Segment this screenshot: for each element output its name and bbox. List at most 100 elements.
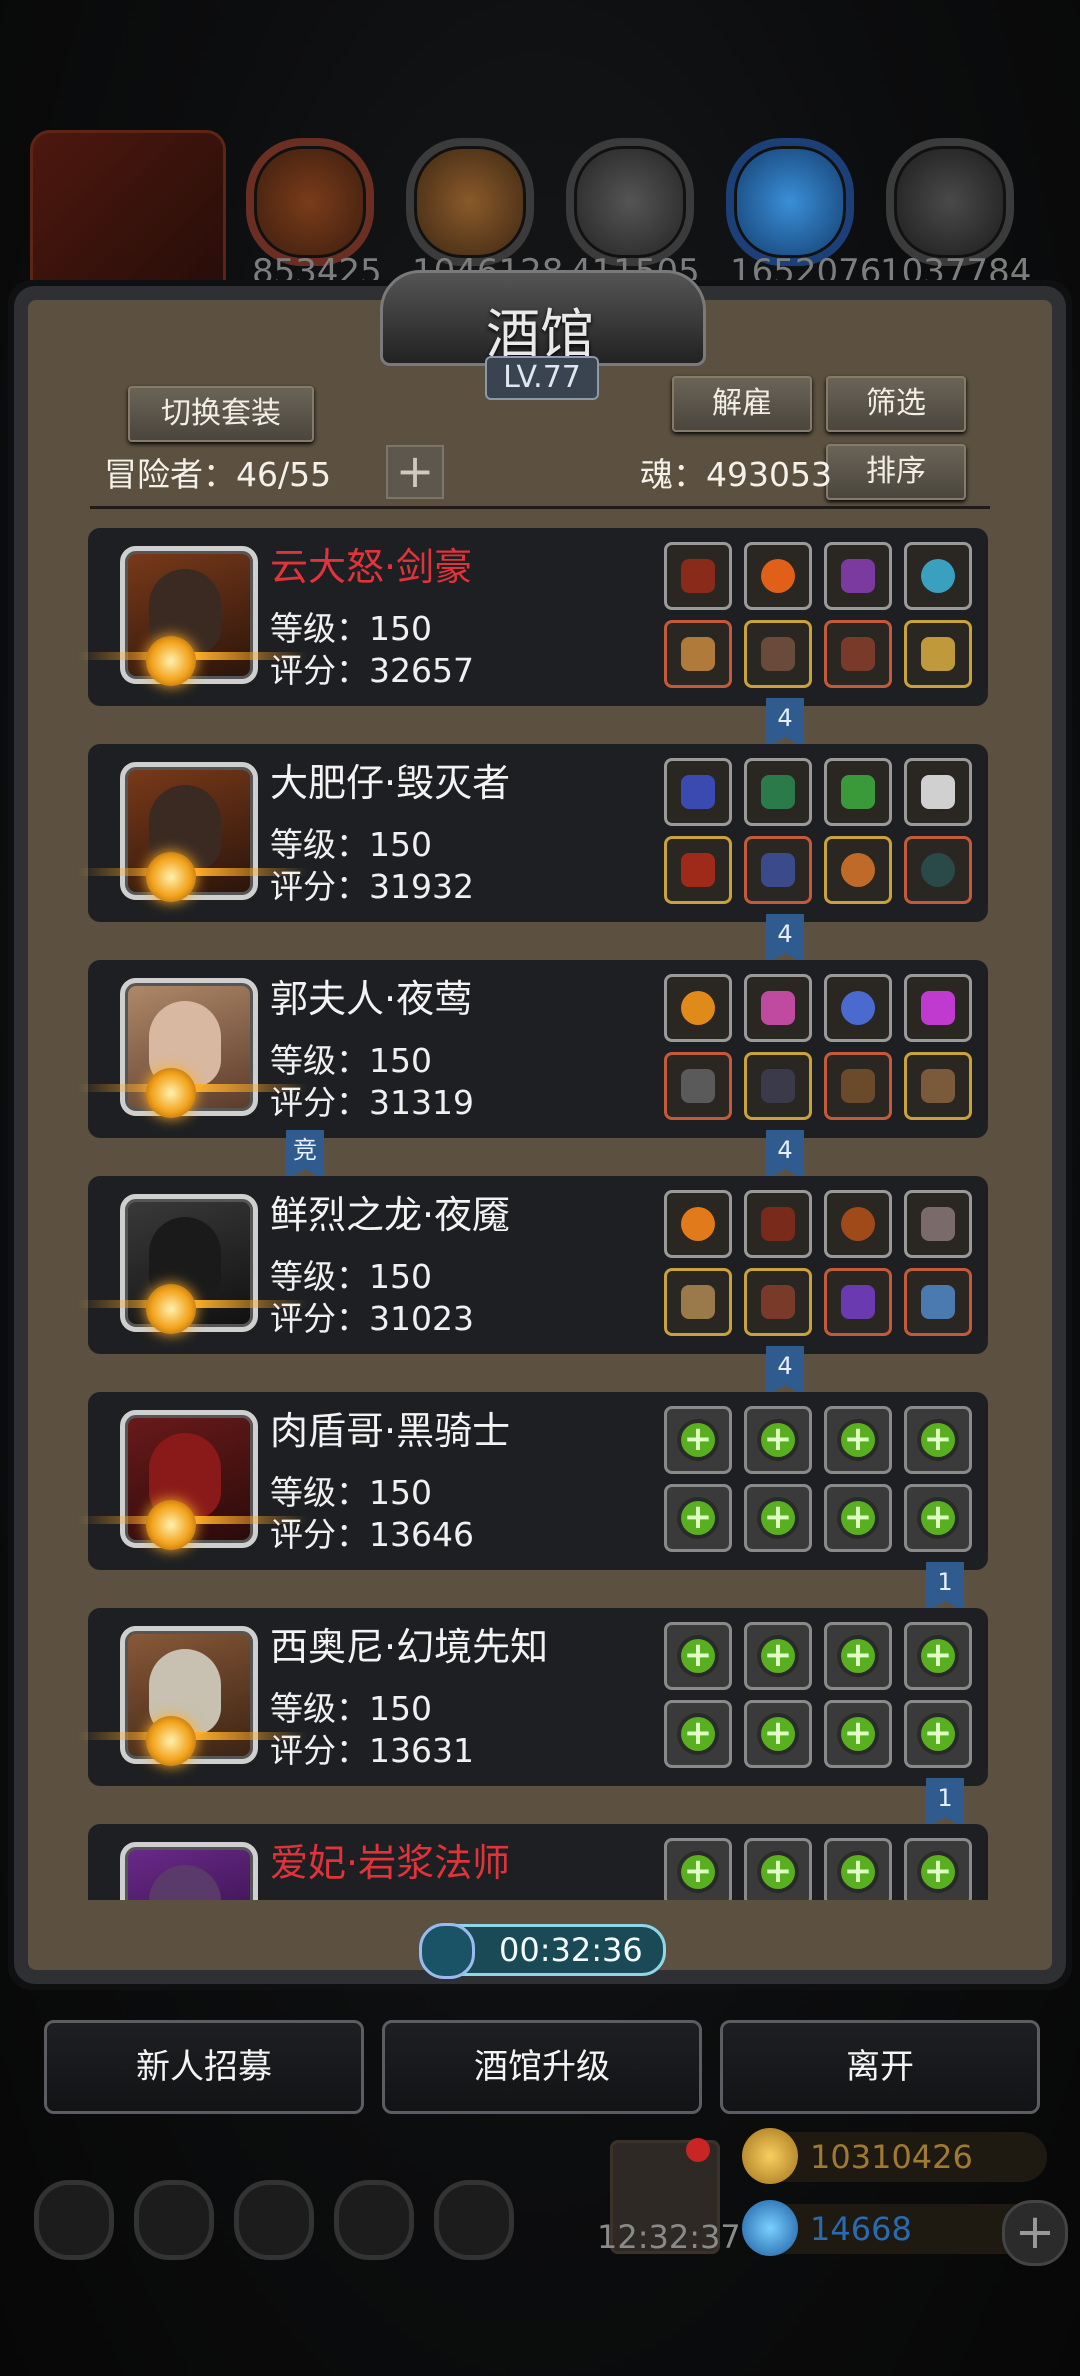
empty-equip-slot-icon[interactable] bbox=[664, 1838, 732, 1900]
empty-equip-slot-icon[interactable] bbox=[904, 1484, 972, 1552]
empty-equip-slot-icon[interactable] bbox=[824, 1484, 892, 1552]
hero-card[interactable]: 西奥尼·幻境先知 等级：150 评分：13631 bbox=[78, 1608, 988, 1786]
hero-card[interactable]: 云大怒·剑豪 等级：150 评分：32657 bbox=[78, 528, 988, 706]
hero-name: 鲜烈之龙·夜魇 bbox=[270, 1193, 511, 1237]
equip-slot-icon[interactable] bbox=[824, 1268, 892, 1336]
equip-slot-icon[interactable] bbox=[664, 542, 732, 610]
leave-button[interactable]: 离开 bbox=[720, 2020, 1040, 2114]
empty-equip-slot-icon[interactable] bbox=[744, 1406, 812, 1474]
star-rank-icon bbox=[146, 852, 196, 902]
tier-tag: 4 bbox=[766, 1346, 804, 1396]
hero-card[interactable]: 爱妃·岩浆法师 bbox=[88, 1824, 988, 1900]
star-rank-icon bbox=[146, 1716, 196, 1766]
equip-slot-icon[interactable] bbox=[824, 836, 892, 904]
equip-slot-icon[interactable] bbox=[904, 542, 972, 610]
equip-slot-icon[interactable] bbox=[744, 1190, 812, 1258]
equip-slot-icon[interactable] bbox=[664, 758, 732, 826]
chat-icon[interactable] bbox=[434, 2180, 514, 2260]
empty-equip-slot-icon[interactable] bbox=[664, 1622, 732, 1690]
resource-iron-icon[interactable] bbox=[886, 138, 1014, 266]
equip-slot-icon[interactable] bbox=[824, 1052, 892, 1120]
equip-slot-icon[interactable] bbox=[664, 1190, 732, 1258]
equip-slot-icon[interactable] bbox=[904, 1052, 972, 1120]
switch-set-button[interactable]: 切换套装 bbox=[128, 386, 314, 442]
star-rank-icon bbox=[146, 1500, 196, 1550]
tier-tag: 4 bbox=[766, 1130, 804, 1180]
equip-slot-icon[interactable] bbox=[904, 758, 972, 826]
empty-equip-slot-icon[interactable] bbox=[824, 1700, 892, 1768]
player-avatar[interactable] bbox=[30, 130, 226, 306]
hero-name: 大肥仔·毁灭者 bbox=[270, 761, 511, 805]
equip-slot-icon[interactable] bbox=[744, 542, 812, 610]
hero-card[interactable]: 郭夫人·夜莺 等级：150 评分：31319 bbox=[78, 960, 988, 1138]
empty-equip-slot-icon[interactable] bbox=[824, 1622, 892, 1690]
filter-button[interactable]: 筛选 bbox=[826, 376, 966, 432]
empty-equip-slot-icon[interactable] bbox=[744, 1838, 812, 1900]
equip-slot-icon[interactable] bbox=[904, 1268, 972, 1336]
hero-portrait bbox=[120, 1842, 258, 1900]
equip-slot-icon[interactable] bbox=[664, 620, 732, 688]
empty-equip-slot-icon[interactable] bbox=[904, 1406, 972, 1474]
equip-slot-icon[interactable] bbox=[824, 974, 892, 1042]
dismiss-button[interactable]: 解雇 bbox=[672, 376, 812, 432]
equip-slot-icon[interactable] bbox=[744, 620, 812, 688]
empty-equip-slot-icon[interactable] bbox=[904, 1838, 972, 1900]
hero-card[interactable]: 鲜烈之龙·夜魇 等级：150 评分：31023 bbox=[78, 1176, 988, 1354]
equip-slot-icon[interactable] bbox=[904, 836, 972, 904]
equip-slot-icon[interactable] bbox=[824, 1190, 892, 1258]
empty-equip-slot-icon[interactable] bbox=[904, 1700, 972, 1768]
achievement-icon[interactable] bbox=[134, 2180, 214, 2260]
add-currency-button[interactable]: + bbox=[1002, 2200, 1068, 2266]
hero-name: 爱妃·岩浆法师 bbox=[270, 1841, 511, 1885]
hero-name: 云大怒·剑豪 bbox=[270, 545, 473, 589]
tier-tag: 4 bbox=[766, 698, 804, 748]
equip-slot-icon[interactable] bbox=[824, 620, 892, 688]
empty-equip-slot-icon[interactable] bbox=[824, 1406, 892, 1474]
hero-card[interactable]: 肉盾哥·黑骑士 等级：150 评分：13646 bbox=[78, 1392, 988, 1570]
equip-slot-icon[interactable] bbox=[744, 974, 812, 1042]
equip-slot-icon[interactable] bbox=[824, 542, 892, 610]
equip-slot-icon[interactable] bbox=[744, 836, 812, 904]
equip-slot-icon[interactable] bbox=[904, 1190, 972, 1258]
resource-stone-icon[interactable] bbox=[566, 138, 694, 266]
hero-level: 等级：150 bbox=[270, 1257, 432, 1296]
adventurer-count: 冒险者：46/55 bbox=[104, 455, 332, 494]
equip-slot-icon[interactable] bbox=[744, 758, 812, 826]
hero-card[interactable]: 大肥仔·毁灭者 等级：150 评分：31932 bbox=[78, 744, 988, 922]
equip-slot-icon[interactable] bbox=[744, 1268, 812, 1336]
equip-slot-icon[interactable] bbox=[664, 836, 732, 904]
equip-slot-icon[interactable] bbox=[664, 974, 732, 1042]
equip-slot-icon[interactable] bbox=[904, 974, 972, 1042]
equip-slot-icon[interactable] bbox=[664, 1052, 732, 1120]
hero-level: 等级：150 bbox=[270, 609, 432, 648]
resource-value: 853425 bbox=[252, 252, 382, 292]
mail-icon[interactable] bbox=[334, 2180, 414, 2260]
notification-dot bbox=[686, 2138, 710, 2162]
resource-crystal-icon[interactable] bbox=[726, 138, 854, 266]
add-slot-button[interactable]: + bbox=[386, 445, 444, 499]
tavern-upgrade-button[interactable]: 酒馆升级 bbox=[382, 2020, 702, 2114]
divider bbox=[90, 506, 990, 509]
star-rank-icon bbox=[146, 1068, 196, 1118]
empty-equip-slot-icon[interactable] bbox=[664, 1484, 732, 1552]
empty-equip-slot-icon[interactable] bbox=[744, 1622, 812, 1690]
equip-slot-icon[interactable] bbox=[824, 758, 892, 826]
settings-icon[interactable] bbox=[34, 2180, 114, 2260]
tavern-icon[interactable] bbox=[234, 2180, 314, 2260]
recruit-button[interactable]: 新人招募 bbox=[44, 2020, 364, 2114]
empty-equip-slot-icon[interactable] bbox=[744, 1484, 812, 1552]
equip-slot-icon[interactable] bbox=[744, 1052, 812, 1120]
hero-name: 肉盾哥·黑骑士 bbox=[270, 1409, 511, 1453]
equip-slot-icon[interactable] bbox=[904, 620, 972, 688]
sort-button[interactable]: 排序 bbox=[826, 444, 966, 500]
resource-wood-icon[interactable] bbox=[246, 138, 374, 266]
equip-slot-icon[interactable] bbox=[664, 1268, 732, 1336]
empty-equip-slot-icon[interactable] bbox=[824, 1838, 892, 1900]
resource-plank-icon[interactable] bbox=[406, 138, 534, 266]
tier-tag: 4 bbox=[766, 914, 804, 964]
empty-equip-slot-icon[interactable] bbox=[664, 1700, 732, 1768]
empty-equip-slot-icon[interactable] bbox=[664, 1406, 732, 1474]
empty-equip-slot-icon[interactable] bbox=[904, 1622, 972, 1690]
empty-equip-slot-icon[interactable] bbox=[744, 1700, 812, 1768]
tier-tag: 1 bbox=[926, 1562, 964, 1612]
